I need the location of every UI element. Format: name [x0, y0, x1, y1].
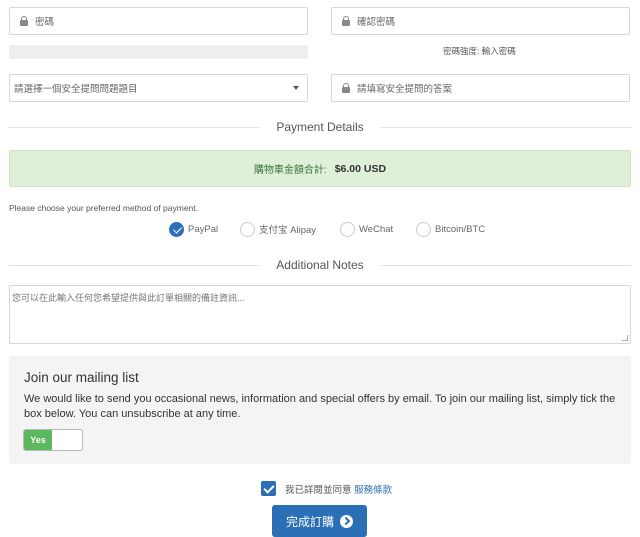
notes-section-title: Additional Notes [276, 258, 364, 272]
toggle-on-label: Yes [24, 430, 52, 450]
lock-icon [341, 83, 351, 93]
payment-option-label: PayPal [188, 223, 219, 235]
terms-prefix: 我已詳閱並同意 [285, 485, 352, 496]
password-placeholder: 密碼 [35, 17, 55, 28]
complete-order-label: 完成訂購 [285, 514, 334, 529]
security-answer-field[interactable]: 請填寫安全提問的答案 [331, 74, 630, 102]
confirm-password-field[interactable]: 確認密碼 [331, 7, 630, 35]
order-notes-placeholder: 您可以在此輸入任何您希望提供與此訂單相關的備註資訊... [12, 293, 245, 303]
complete-order-button[interactable]: 完成訂購 [272, 505, 367, 537]
mailing-list-title: Join our mailing list [24, 370, 139, 385]
password-strength-label: 密碼強度: 輸入密碼 [443, 46, 516, 56]
confirm-password-placeholder: 確認密碼 [357, 17, 396, 28]
terms-checkbox[interactable] [261, 481, 276, 496]
caret-down-icon [293, 86, 299, 90]
payment-option-label: WeChat [359, 223, 394, 235]
payment-option-label: Bitcoin/BTC [435, 223, 486, 235]
order-notes-textarea[interactable]: 您可以在此輸入任何您希望提供與此訂單相關的備註資訊... [9, 285, 631, 344]
divider [9, 127, 259, 128]
radio-icon[interactable] [340, 221, 355, 237]
divider [9, 265, 259, 266]
security-answer-placeholder: 請填寫安全提問的答案 [357, 84, 453, 95]
mailing-list-description: We would like to send you occasional new… [24, 393, 616, 420]
mailing-list-panel: Join our mailing list We would like to s… [9, 356, 631, 464]
radio-checked-icon[interactable] [169, 221, 184, 237]
payment-option-alipay[interactable]: 支付宝 Alipay [240, 220, 316, 238]
lock-icon [19, 16, 29, 26]
security-question-select[interactable]: 請選擇一個安全提問問題題目 [9, 74, 308, 102]
password-field[interactable]: 密碼 [9, 7, 308, 35]
security-question-value: 請選擇一個安全提問問題題目 [14, 84, 138, 95]
payment-method-prompt: Please choose your preferred method of p… [9, 203, 198, 213]
password-strength-bar [9, 45, 308, 59]
payment-section-title: Payment Details [276, 120, 364, 134]
arrow-right-circle-icon [340, 514, 353, 528]
terms-link[interactable]: 服務條款 [354, 485, 392, 496]
payment-option-paypal[interactable]: PayPal [169, 220, 218, 238]
payment-option-label: 支付宝 Alipay [259, 225, 317, 236]
divider [381, 265, 631, 266]
resize-handle-icon[interactable] [622, 335, 628, 341]
radio-icon[interactable] [416, 221, 431, 237]
mailing-list-toggle[interactable]: Yes [23, 429, 83, 451]
divider [381, 127, 631, 128]
payment-option-wechat[interactable]: WeChat [340, 220, 393, 238]
terms-label: 我已詳閱並同意 服務條款 [285, 482, 392, 496]
cart-total-label: 購物車金額合計: [253, 165, 327, 176]
cart-total-box: 購物車金額合計: $6.00 USD [9, 150, 631, 187]
lock-icon [341, 16, 351, 26]
radio-icon[interactable] [240, 221, 255, 237]
payment-option-bitcoin[interactable]: Bitcoin/BTC [416, 220, 485, 238]
cart-total-amount: $6.00 USD [334, 162, 387, 175]
